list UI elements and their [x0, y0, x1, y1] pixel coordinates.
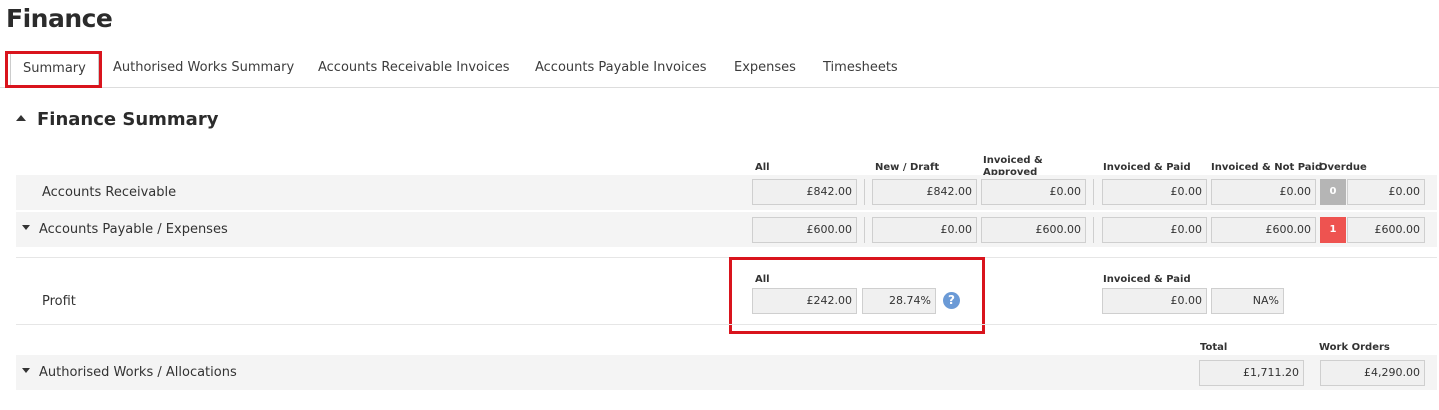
- profit-all-percent-field: 28.74%: [862, 288, 936, 314]
- expand-icon: [22, 225, 30, 230]
- aw-work-orders-field: £4,290.00: [1320, 360, 1425, 386]
- col-header-overdue: Overdue: [1319, 162, 1367, 173]
- accounts-payable-label: Accounts Payable / Expenses: [39, 222, 228, 237]
- ap-invoiced-not-paid-field: £600.00: [1211, 217, 1316, 243]
- help-icon[interactable]: ?: [943, 292, 960, 309]
- finance-summary-toggle[interactable]: Finance Summary: [16, 109, 218, 133]
- ar-all-field: £842.00: [752, 179, 857, 205]
- ap-overdue-field: £600.00: [1347, 217, 1425, 243]
- ar-invoiced-not-paid-field: £0.00: [1211, 179, 1316, 205]
- col-header-new-draft: New / Draft: [875, 162, 940, 173]
- authorised-works-label: Authorised Works / Allocations: [39, 365, 237, 380]
- ar-invoiced-paid-field: £0.00: [1102, 179, 1207, 205]
- col-header-invoiced-paid: Invoiced & Paid: [1103, 162, 1191, 173]
- ar-invoiced-approved-field: £0.00: [981, 179, 1086, 205]
- aw-total-header: Total: [1200, 342, 1228, 353]
- profit-all-field: £242.00: [752, 288, 857, 314]
- divider: [16, 324, 1437, 325]
- profit-invoiced-paid-field: £0.00: [1102, 288, 1207, 314]
- col-header-all: All: [755, 162, 770, 173]
- profit-all-header: All: [755, 274, 770, 285]
- aw-total-field: £1,711.20: [1199, 360, 1304, 386]
- section-title: Finance Summary: [37, 109, 219, 130]
- profit-label: Profit: [42, 294, 76, 309]
- ar-overdue-count-badge[interactable]: 0: [1320, 179, 1346, 205]
- collapse-icon: [16, 115, 26, 121]
- tab-expenses[interactable]: Expenses: [734, 48, 796, 88]
- tab-timesheets[interactable]: Timesheets: [823, 48, 898, 88]
- divider: [864, 217, 865, 243]
- ar-overdue-field: £0.00: [1347, 179, 1425, 205]
- ap-new-draft-field: £0.00: [872, 217, 977, 243]
- divider: [1093, 217, 1094, 243]
- tab-accounts-receivable-invoices[interactable]: Accounts Receivable Invoices: [318, 48, 510, 88]
- expand-icon: [22, 368, 30, 373]
- profit-invoiced-paid-header: Invoiced & Paid: [1103, 274, 1191, 285]
- page-title: Finance: [6, 4, 113, 33]
- authorised-works-toggle[interactable]: Authorised Works / Allocations: [22, 365, 237, 380]
- tab-bar: Summary Authorised Works Summary Account…: [0, 48, 1439, 88]
- ap-all-field: £600.00: [752, 217, 857, 243]
- col-header-invoiced-not-paid: Invoiced & Not Paid: [1211, 162, 1323, 173]
- tab-authorised-works-summary[interactable]: Authorised Works Summary: [113, 48, 294, 88]
- tab-summary[interactable]: Summary: [10, 52, 99, 86]
- divider: [864, 179, 865, 205]
- aw-work-orders-header: Work Orders: [1319, 342, 1390, 353]
- ap-overdue-count-badge[interactable]: 1: [1320, 217, 1346, 243]
- accounts-payable-toggle[interactable]: Accounts Payable / Expenses: [22, 222, 228, 237]
- divider: [16, 257, 1437, 258]
- ap-invoiced-paid-field: £0.00: [1102, 217, 1207, 243]
- profit-invoiced-paid-percent-field: NA%: [1211, 288, 1284, 314]
- ap-invoiced-approved-field: £600.00: [981, 217, 1086, 243]
- tab-accounts-payable-invoices[interactable]: Accounts Payable Invoices: [535, 48, 707, 88]
- ar-new-draft-field: £842.00: [872, 179, 977, 205]
- divider: [1093, 179, 1094, 205]
- accounts-receivable-label: Accounts Receivable: [42, 185, 177, 200]
